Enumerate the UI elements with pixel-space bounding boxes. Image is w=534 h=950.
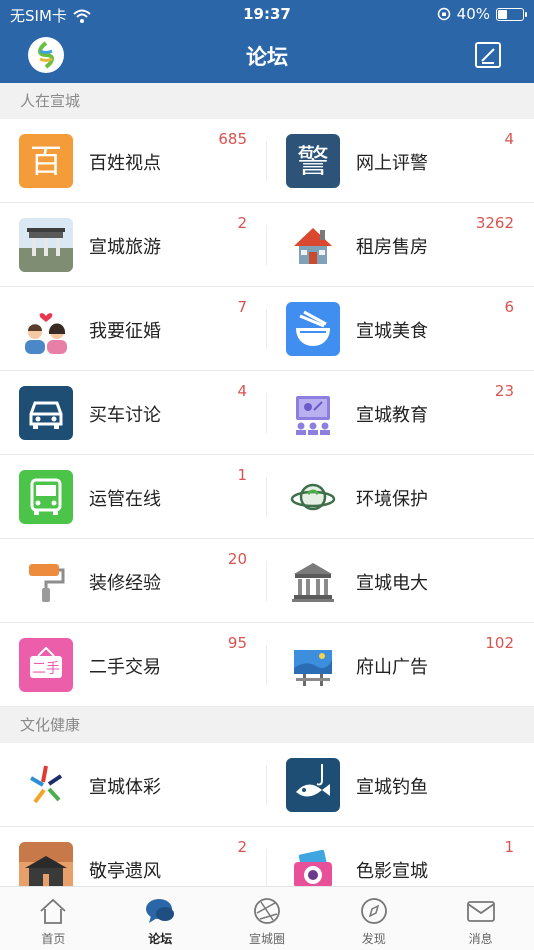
tab-label: 首页 <box>41 932 66 946</box>
forum-list: 人在宣城 百 百姓视点 685 警 网上评警 4 宣城旅游 2 租房售房 326… <box>0 83 534 886</box>
forum-item-label: 宣城美食 <box>356 321 428 342</box>
envelope-icon <box>466 901 495 922</box>
forum-item-label: 色影宣城 <box>356 861 428 882</box>
car-icon <box>19 386 73 440</box>
forum-item-label: 买车讨论 <box>89 405 161 426</box>
tab-label: 发现 <box>361 932 386 946</box>
lottery-star-icon <box>19 758 73 812</box>
forum-item-yun-guan-zai-xian[interactable]: 运管在线 1 <box>0 455 267 539</box>
forum-item-count: 4 <box>504 130 514 148</box>
gate-photo-icon <box>19 218 73 272</box>
jing-char-icon: 警 <box>286 134 340 188</box>
forum-item-label: 二手交易 <box>89 657 161 678</box>
forum-item-label: 宣城电大 <box>356 573 428 594</box>
forum-item-count: 20 <box>227 550 247 568</box>
rotation-lock-icon <box>437 7 450 21</box>
forum-item-count: 3262 <box>475 214 514 232</box>
forum-item-label: 百姓视点 <box>89 153 161 174</box>
forum-item-count: 23 <box>494 382 514 400</box>
forum-item-label: 府山广告 <box>356 657 428 678</box>
pavilion-photo-icon <box>19 842 73 886</box>
forum-item-label: 网上评警 <box>356 153 428 174</box>
forum-item-label: 我要征婚 <box>89 321 161 342</box>
forum-item-label: 环境保护 <box>356 489 428 510</box>
forum-item-count: 1 <box>237 466 247 484</box>
forum-item-xuan-cheng-diao-yu[interactable]: 宣城钓鱼 <box>267 743 534 827</box>
forum-item-label: 运管在线 <box>89 489 161 510</box>
forum-item-label: 宣城教育 <box>356 405 428 426</box>
section-header: 文化健康 <box>0 707 534 743</box>
forum-item-label: 敬亭遗风 <box>89 861 161 882</box>
forum-item-zu-fang-shou-fang[interactable]: 租房售房 3262 <box>267 203 534 287</box>
tab-forum[interactable]: 论坛 <box>107 887 214 950</box>
forum-item-count: 95 <box>227 634 247 652</box>
tab-circle[interactable]: 宣城圈 <box>214 887 321 950</box>
forum-item-bai-xing-shi-dian[interactable]: 百 百姓视点 685 <box>0 119 267 203</box>
paint-roller-icon <box>19 554 73 608</box>
classroom-icon <box>286 386 340 440</box>
tab-label: 宣城圈 <box>248 932 285 946</box>
house-icon <box>286 218 340 272</box>
aperture-icon <box>254 898 280 924</box>
forum-item-count: 2 <box>237 214 247 232</box>
forum-item-zhuang-xiu-jing-yan[interactable]: 装修经验 20 <box>0 539 267 623</box>
billboard-icon <box>286 638 340 692</box>
forum-item-xuan-cheng-lv-you[interactable]: 宣城旅游 2 <box>0 203 267 287</box>
forum-grid: 百 百姓视点 685 警 网上评警 4 宣城旅游 2 租房售房 3262 我要征… <box>0 119 534 707</box>
forum-item-label: 租房售房 <box>356 237 428 258</box>
forum-item-fu-shan-guang-gao[interactable]: 府山广告 102 <box>267 623 534 707</box>
forum-item-xuan-cheng-jiao-yu[interactable]: 宣城教育 23 <box>267 371 534 455</box>
forum-item-label: 宣城体彩 <box>89 777 161 798</box>
battery-percent: 40% <box>456 5 490 23</box>
forum-item-label: 宣城旅游 <box>89 237 161 258</box>
bus-icon <box>19 470 73 524</box>
forum-item-xuan-cheng-ti-cai[interactable]: 宣城体彩 <box>0 743 267 827</box>
status-bar: 无SIM卡 19:37 40% <box>0 0 534 28</box>
forum-item-wang-shang-ping-jing[interactable]: 警 网上评警 4 <box>267 119 534 203</box>
svg-text:二手: 二手 <box>32 661 60 677</box>
forum-item-count: 2 <box>237 838 247 856</box>
forum-item-xuan-cheng-dian-da[interactable]: 宣城电大 <box>267 539 534 623</box>
chat-bubble-icon <box>146 899 175 923</box>
forum-item-wo-yao-zheng-hun[interactable]: 我要征婚 7 <box>0 287 267 371</box>
page-title: 论坛 <box>246 45 288 69</box>
tab-discover[interactable]: 发现 <box>320 887 427 950</box>
secondhand-sign-icon: 二手 <box>19 638 73 692</box>
bai-char-icon: 百 <box>19 134 73 188</box>
svg-text:百: 百 <box>30 142 62 180</box>
compose-icon[interactable] <box>474 41 502 69</box>
forum-item-label: 宣城钓鱼 <box>356 777 428 798</box>
forum-item-huan-jing-bao-hu[interactable]: 环境保护 <box>267 455 534 539</box>
tab-messages[interactable]: 消息 <box>427 887 534 950</box>
forum-item-count: 7 <box>237 298 247 316</box>
forum-grid: 宣城体彩 宣城钓鱼 敬亭遗风 2 色影宣城 1 <box>0 743 534 886</box>
tab-home[interactable]: 首页 <box>0 887 107 950</box>
camera-icon <box>286 842 340 886</box>
university-building-icon <box>286 554 340 608</box>
forum-item-label: 装修经验 <box>89 573 161 594</box>
forum-item-count: 4 <box>237 382 247 400</box>
forum-item-count: 685 <box>218 130 247 148</box>
section-header: 人在宣城 <box>0 83 534 119</box>
forum-item-xuan-cheng-mei-shi[interactable]: 宣城美食 6 <box>267 287 534 371</box>
forum-item-mai-che-tao-lun[interactable]: 买车讨论 4 <box>0 371 267 455</box>
nav-bar: 论坛 <box>0 28 534 83</box>
tab-label: 消息 <box>468 932 493 946</box>
home-icon <box>40 898 66 924</box>
forum-item-count: 102 <box>485 634 514 652</box>
forum-item-se-ying-xuan-cheng[interactable]: 色影宣城 1 <box>267 827 534 886</box>
planet-leaf-icon <box>286 470 340 524</box>
forum-item-jing-ting-yi-feng[interactable]: 敬亭遗风 2 <box>0 827 267 886</box>
svg-text:警: 警 <box>297 142 329 180</box>
forum-item-er-shou-jiao-yi[interactable]: 二手 二手交易 95 <box>0 623 267 707</box>
forum-item-count: 6 <box>504 298 514 316</box>
compass-icon <box>360 898 387 924</box>
tab-label: 论坛 <box>148 932 173 946</box>
forum-item-count: 1 <box>504 838 514 856</box>
battery-icon <box>496 7 527 21</box>
fishing-icon <box>286 758 340 812</box>
tab-bar: 首页 论坛 宣城圈 发现 消息 <box>0 886 534 950</box>
noodle-bowl-icon <box>286 302 340 356</box>
couple-heart-icon <box>19 302 73 356</box>
